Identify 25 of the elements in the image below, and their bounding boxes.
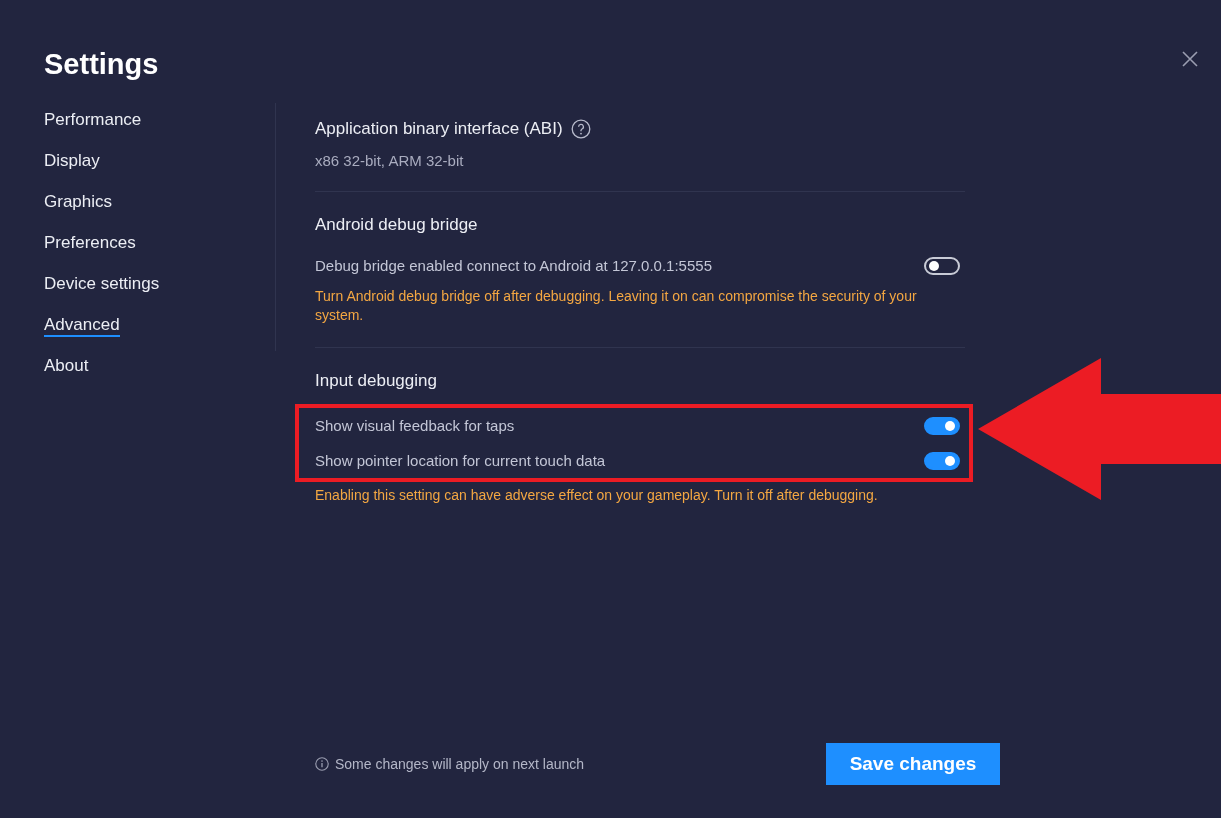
toggle-label: Show visual feedback for taps bbox=[315, 417, 515, 434]
toggle-switch[interactable] bbox=[924, 256, 960, 275]
annotation-arrow-icon bbox=[978, 358, 1221, 500]
close-icon[interactable] bbox=[1181, 50, 1199, 68]
sidebar-item[interactable]: Preferences bbox=[44, 232, 136, 255]
sidebar-item[interactable]: Device settings bbox=[44, 273, 160, 296]
window-title: Settings bbox=[44, 48, 159, 81]
warning-text: Enabling this setting can have adverse effect on your gameplay. Turn it off after debugging. bbox=[315, 486, 879, 505]
help-icon[interactable] bbox=[570, 119, 591, 139]
info-icon bbox=[315, 757, 329, 771]
warning-text: Turn Android debug bridge off after debugging. Leaving it on can compromise the security of your system. bbox=[315, 287, 918, 325]
sidebar-item[interactable]: About bbox=[44, 355, 89, 378]
toggle-label: Debug bridge enabled connect to Android at 127.0.0.1:5555 bbox=[315, 257, 712, 274]
toggle-switch[interactable] bbox=[924, 451, 960, 470]
toggle-switch[interactable] bbox=[924, 416, 960, 435]
sidebar-item[interactable]: Performance bbox=[44, 109, 142, 132]
toggle-label: Show pointer location for current touch data bbox=[315, 452, 606, 469]
sidebar-item[interactable]: Display bbox=[44, 150, 100, 173]
section-heading: Application binary interface (ABI) bbox=[315, 119, 563, 139]
section-heading: Android debug bridge bbox=[315, 215, 478, 235]
sidebar-item[interactable]: Graphics bbox=[44, 191, 113, 214]
setting-value: x86 32-bit, ARM 32-bit bbox=[315, 152, 465, 169]
sidebar-item[interactable]: Advanced bbox=[44, 314, 120, 337]
footer-note: Some changes will apply on next launch bbox=[335, 756, 585, 772]
section-heading: Input debugging bbox=[315, 371, 437, 391]
